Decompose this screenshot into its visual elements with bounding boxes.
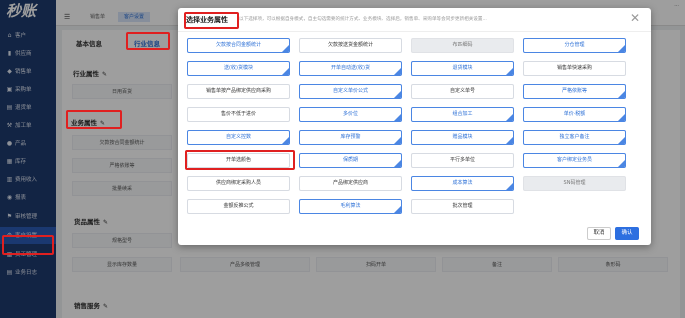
dialog-title: 选择业务属性 bbox=[186, 16, 228, 24]
attribute-option[interactable]: 保质期 bbox=[299, 153, 402, 168]
attribute-option[interactable]: 退货模块 bbox=[411, 61, 514, 76]
attribute-option[interactable]: 供应商绑定采购人员 bbox=[187, 176, 290, 191]
business-attributes-dialog: 选择业务属性 以下选择项，可以根据自身模式，自主勾选需要的统计方式、业务模块、选… bbox=[178, 8, 651, 245]
attribute-option[interactable]: 批次管理 bbox=[411, 199, 514, 214]
attribute-option[interactable]: 自定义单价公式 bbox=[299, 84, 402, 99]
attribute-option[interactable]: 金额反推公式 bbox=[187, 199, 290, 214]
attribute-option[interactable]: 成本算法 bbox=[411, 176, 514, 191]
close-icon[interactable]: ✕ bbox=[630, 11, 640, 25]
cancel-button[interactable]: 取消 bbox=[587, 227, 611, 240]
attribute-option[interactable]: 售价不低于进价 bbox=[187, 107, 290, 122]
attribute-option[interactable]: 销售单按产品绑定供应商采购 bbox=[187, 84, 290, 99]
attribute-option[interactable]: 单价·税额 bbox=[523, 107, 626, 122]
attribute-option[interactable]: 送(收)货模块 bbox=[187, 61, 290, 76]
attribute-option: SN码管理 bbox=[523, 176, 626, 191]
attribute-option[interactable]: 欠款按合同金额统计 bbox=[187, 38, 290, 53]
attribute-option[interactable]: 组合加工 bbox=[411, 107, 514, 122]
divider bbox=[178, 31, 651, 32]
attribute-option: 布匹细码 bbox=[411, 38, 514, 53]
attribute-option[interactable]: 严格依账等 bbox=[523, 84, 626, 99]
attribute-option[interactable]: 客户绑定业务员 bbox=[523, 153, 626, 168]
attribute-option[interactable]: 多价位 bbox=[299, 107, 402, 122]
attribute-option[interactable]: 平行多单位 bbox=[411, 153, 514, 168]
attribute-option[interactable]: 自定义单号 bbox=[411, 84, 514, 99]
attribute-option[interactable]: 开单选颜色 bbox=[187, 153, 290, 168]
attribute-option[interactable]: 库存预警 bbox=[299, 130, 402, 145]
attribute-option[interactable]: 产品绑定供应商 bbox=[299, 176, 402, 191]
attribute-option[interactable]: 赠品模块 bbox=[411, 130, 514, 145]
attribute-option[interactable]: 分仓管理 bbox=[523, 38, 626, 53]
attribute-option[interactable]: 开单自动送(收)货 bbox=[299, 61, 402, 76]
attribute-option[interactable]: 自定义控数 bbox=[187, 130, 290, 145]
attribute-option[interactable]: 销售单快速采购 bbox=[523, 61, 626, 76]
attribute-option[interactable]: 独立客户备注 bbox=[523, 130, 626, 145]
attribute-option[interactable]: 毛利算法 bbox=[299, 199, 402, 214]
confirm-button[interactable]: 确认 bbox=[615, 227, 639, 240]
attribute-option[interactable]: 欠款按送货金额统计 bbox=[299, 38, 402, 53]
dialog-hint: 以下选择项，可以根据自身模式，自主勾选需要的统计方式、业务模块、选择后，销售单、… bbox=[239, 17, 487, 22]
